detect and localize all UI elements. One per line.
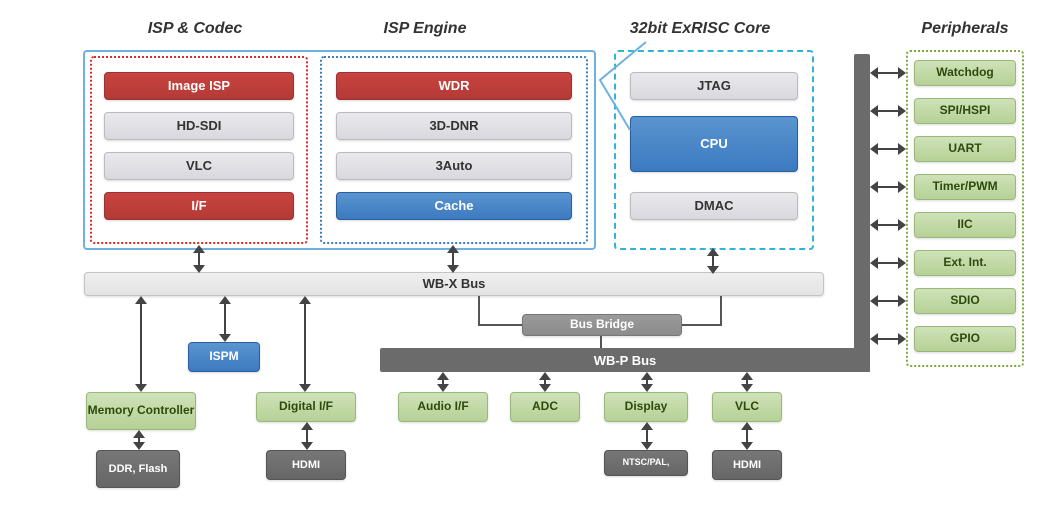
conn-wbp-audio bbox=[436, 372, 450, 392]
block-hdmi-2: HDMI bbox=[712, 450, 782, 480]
block-uart: UART bbox=[914, 136, 1016, 162]
block-vlc-codec: VLC bbox=[104, 152, 294, 180]
block-gpio: GPIO bbox=[914, 326, 1016, 352]
conn-wbx-digitalif bbox=[298, 296, 312, 392]
block-jtag: JTAG bbox=[630, 72, 798, 100]
conn-memctrl-ddr bbox=[132, 430, 146, 450]
block-display: Display bbox=[604, 392, 688, 422]
block-ispm: ISPM bbox=[188, 342, 260, 372]
block-ntsc-pal: NTSC/PAL, bbox=[604, 450, 688, 476]
bus-wbp-label: WB-P Bus bbox=[380, 348, 870, 372]
conn-wbx-bridge-left-h bbox=[478, 324, 522, 326]
conn-wbp-adc bbox=[538, 372, 552, 392]
block-sdio: SDIO bbox=[914, 288, 1016, 314]
heading-core: 32bit ExRISC Core bbox=[590, 20, 810, 38]
conn-periph-uart bbox=[870, 142, 906, 156]
block-hd-sdi: HD-SDI bbox=[104, 112, 294, 140]
block-ddr-flash: DDR, Flash bbox=[96, 450, 180, 488]
block-timer: Timer/PWM bbox=[914, 174, 1016, 200]
conn-periph-timer bbox=[870, 180, 906, 194]
conn-periph-iic bbox=[870, 218, 906, 232]
heading-engine: ISP Engine bbox=[335, 20, 515, 38]
block-extint: Ext. Int. bbox=[914, 250, 1016, 276]
block-memory-controller: Memory Controller bbox=[86, 392, 196, 430]
conn-engine-wbx bbox=[446, 245, 460, 273]
conn-periph-ext bbox=[870, 256, 906, 270]
block-3ddnr: 3D-DNR bbox=[336, 112, 572, 140]
conn-codec-wbx bbox=[192, 245, 206, 273]
conn-periph-sdio bbox=[870, 294, 906, 308]
conn-wbx-bridge-right-h bbox=[682, 324, 722, 326]
conn-vlc-hdmi bbox=[740, 422, 754, 450]
conn-display-ntsc bbox=[640, 422, 654, 450]
block-bus-bridge: Bus Bridge bbox=[522, 314, 682, 336]
block-cache: Cache bbox=[336, 192, 572, 220]
heading-codec: ISP & Codec bbox=[105, 20, 285, 38]
bus-wbx: WB-X Bus bbox=[84, 272, 824, 296]
block-dmac: DMAC bbox=[630, 192, 798, 220]
conn-periph-watchdog bbox=[870, 66, 906, 80]
block-cpu: CPU bbox=[630, 116, 798, 172]
block-iic: IIC bbox=[914, 212, 1016, 238]
block-image-isp: Image ISP bbox=[104, 72, 294, 100]
conn-digif-hdmi bbox=[300, 422, 314, 450]
conn-periph-gpio bbox=[870, 332, 906, 346]
heading-peripherals: Peripherals bbox=[900, 20, 1030, 38]
block-3auto: 3Auto bbox=[336, 152, 572, 180]
block-wdr: WDR bbox=[336, 72, 572, 100]
block-if: I/F bbox=[104, 192, 294, 220]
block-watchdog: Watchdog bbox=[914, 60, 1016, 86]
conn-wbp-vlc bbox=[740, 372, 754, 392]
conn-wbx-bridge-right-v bbox=[720, 296, 722, 326]
block-hdmi-1: HDMI bbox=[266, 450, 346, 480]
conn-wbp-display bbox=[640, 372, 654, 392]
conn-wbx-ispm bbox=[218, 296, 232, 342]
conn-wbx-bridge-left-v bbox=[478, 296, 480, 326]
bus-wbp-vertical bbox=[854, 54, 870, 372]
conn-periph-spi bbox=[870, 104, 906, 118]
conn-core-wbx bbox=[706, 248, 720, 274]
conn-bridge-wbp bbox=[600, 336, 602, 348]
block-digital-if: Digital I/F bbox=[256, 392, 356, 422]
block-adc: ADC bbox=[510, 392, 580, 422]
block-vlc-bottom: VLC bbox=[712, 392, 782, 422]
diagram-canvas: ISP & Codec ISP Engine 32bit ExRISC Core… bbox=[0, 0, 1044, 510]
block-audio-if: Audio I/F bbox=[398, 392, 488, 422]
block-spi: SPI/HSPI bbox=[914, 98, 1016, 124]
conn-wbx-memctrl bbox=[134, 296, 148, 392]
